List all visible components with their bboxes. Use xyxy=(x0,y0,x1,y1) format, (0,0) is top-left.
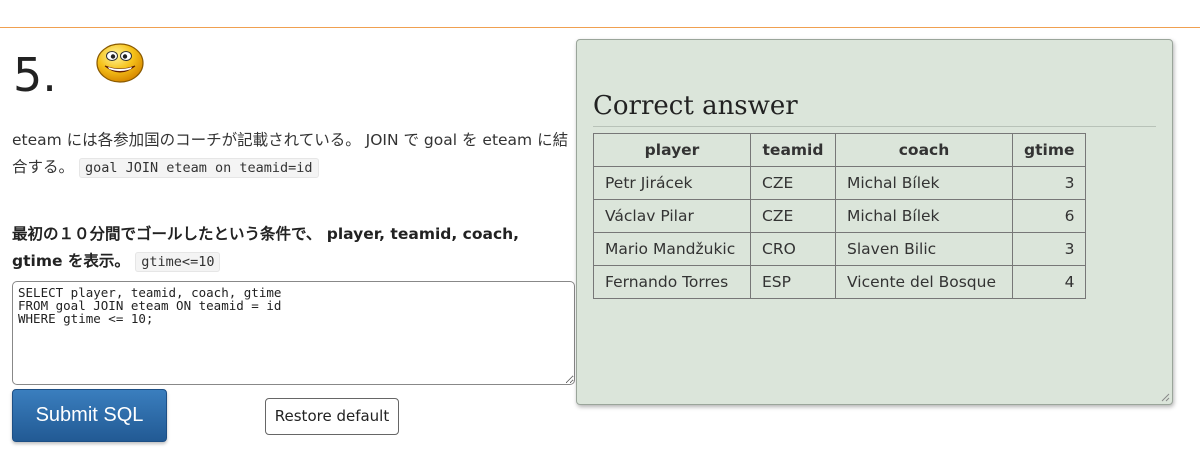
table-row: Václav Pilar CZE Michal Bílek 6 xyxy=(593,199,1087,233)
table-row: Mario Mandžukic CRO Slaven Bilic 3 xyxy=(593,232,1087,266)
table-row: Petr Jirácek CZE Michal Bílek 3 xyxy=(593,166,1087,200)
cell-gtime: 6 xyxy=(1011,199,1087,233)
cell-gtime: 4 xyxy=(1011,265,1087,299)
header-divider xyxy=(0,27,1200,28)
cell-teamid: CRO xyxy=(750,232,836,266)
table-row: Fernando Torres ESP Vicente del Bosque 4 xyxy=(593,265,1087,299)
resize-grip-icon[interactable] xyxy=(1160,392,1170,402)
cell-coach: Slaven Bilic xyxy=(835,232,1013,266)
smiley-face-icon xyxy=(96,43,144,83)
column-header-coach: coach xyxy=(835,133,1013,167)
cell-player: Petr Jirácek xyxy=(593,166,751,200)
answer-title-divider xyxy=(593,126,1156,127)
column-header-player: player xyxy=(593,133,751,167)
cell-player: Fernando Torres xyxy=(593,265,751,299)
column-header-teamid: teamid xyxy=(750,133,836,167)
cell-teamid: CZE xyxy=(750,199,836,233)
answer-panel: Correct answer player teamid coach gtime… xyxy=(576,39,1173,405)
cell-player: Mario Mandžukic xyxy=(593,232,751,266)
cell-coach: Michal Bílek xyxy=(835,199,1013,233)
cell-teamid: CZE xyxy=(750,166,836,200)
cell-player: Václav Pilar xyxy=(593,199,751,233)
task-instruction: 最初の１０分間でゴールしたという条件で、 player, teamid, coa… xyxy=(12,221,572,276)
answer-title: Correct answer xyxy=(593,91,798,121)
column-header-gtime: gtime xyxy=(1011,133,1087,167)
cell-gtime: 3 xyxy=(1011,166,1087,200)
restore-default-button[interactable]: Restore default xyxy=(265,398,399,435)
task-code: gtime<=10 xyxy=(135,252,221,272)
cell-coach: Michal Bílek xyxy=(835,166,1013,200)
cell-coach: Vicente del Bosque xyxy=(835,265,1013,299)
submit-sql-button[interactable]: Submit SQL xyxy=(12,389,167,442)
question-number: 5. xyxy=(13,48,57,102)
sql-editor[interactable]: SELECT player, teamid, coach, gtime FROM… xyxy=(12,281,575,385)
cell-gtime: 3 xyxy=(1011,232,1087,266)
table-header-row: player teamid coach gtime xyxy=(593,133,1087,167)
description-code: goal JOIN eteam on teamid=id xyxy=(78,158,319,178)
cell-teamid: ESP xyxy=(750,265,836,299)
question-description: eteam には各参加国のコーチが記載されている。 JOIN で goal を … xyxy=(12,127,572,182)
answer-table: player teamid coach gtime Petr Jirácek C… xyxy=(593,133,1087,299)
task-text: 最初の１０分間でゴールしたという条件で、 player, teamid, coa… xyxy=(12,225,520,270)
